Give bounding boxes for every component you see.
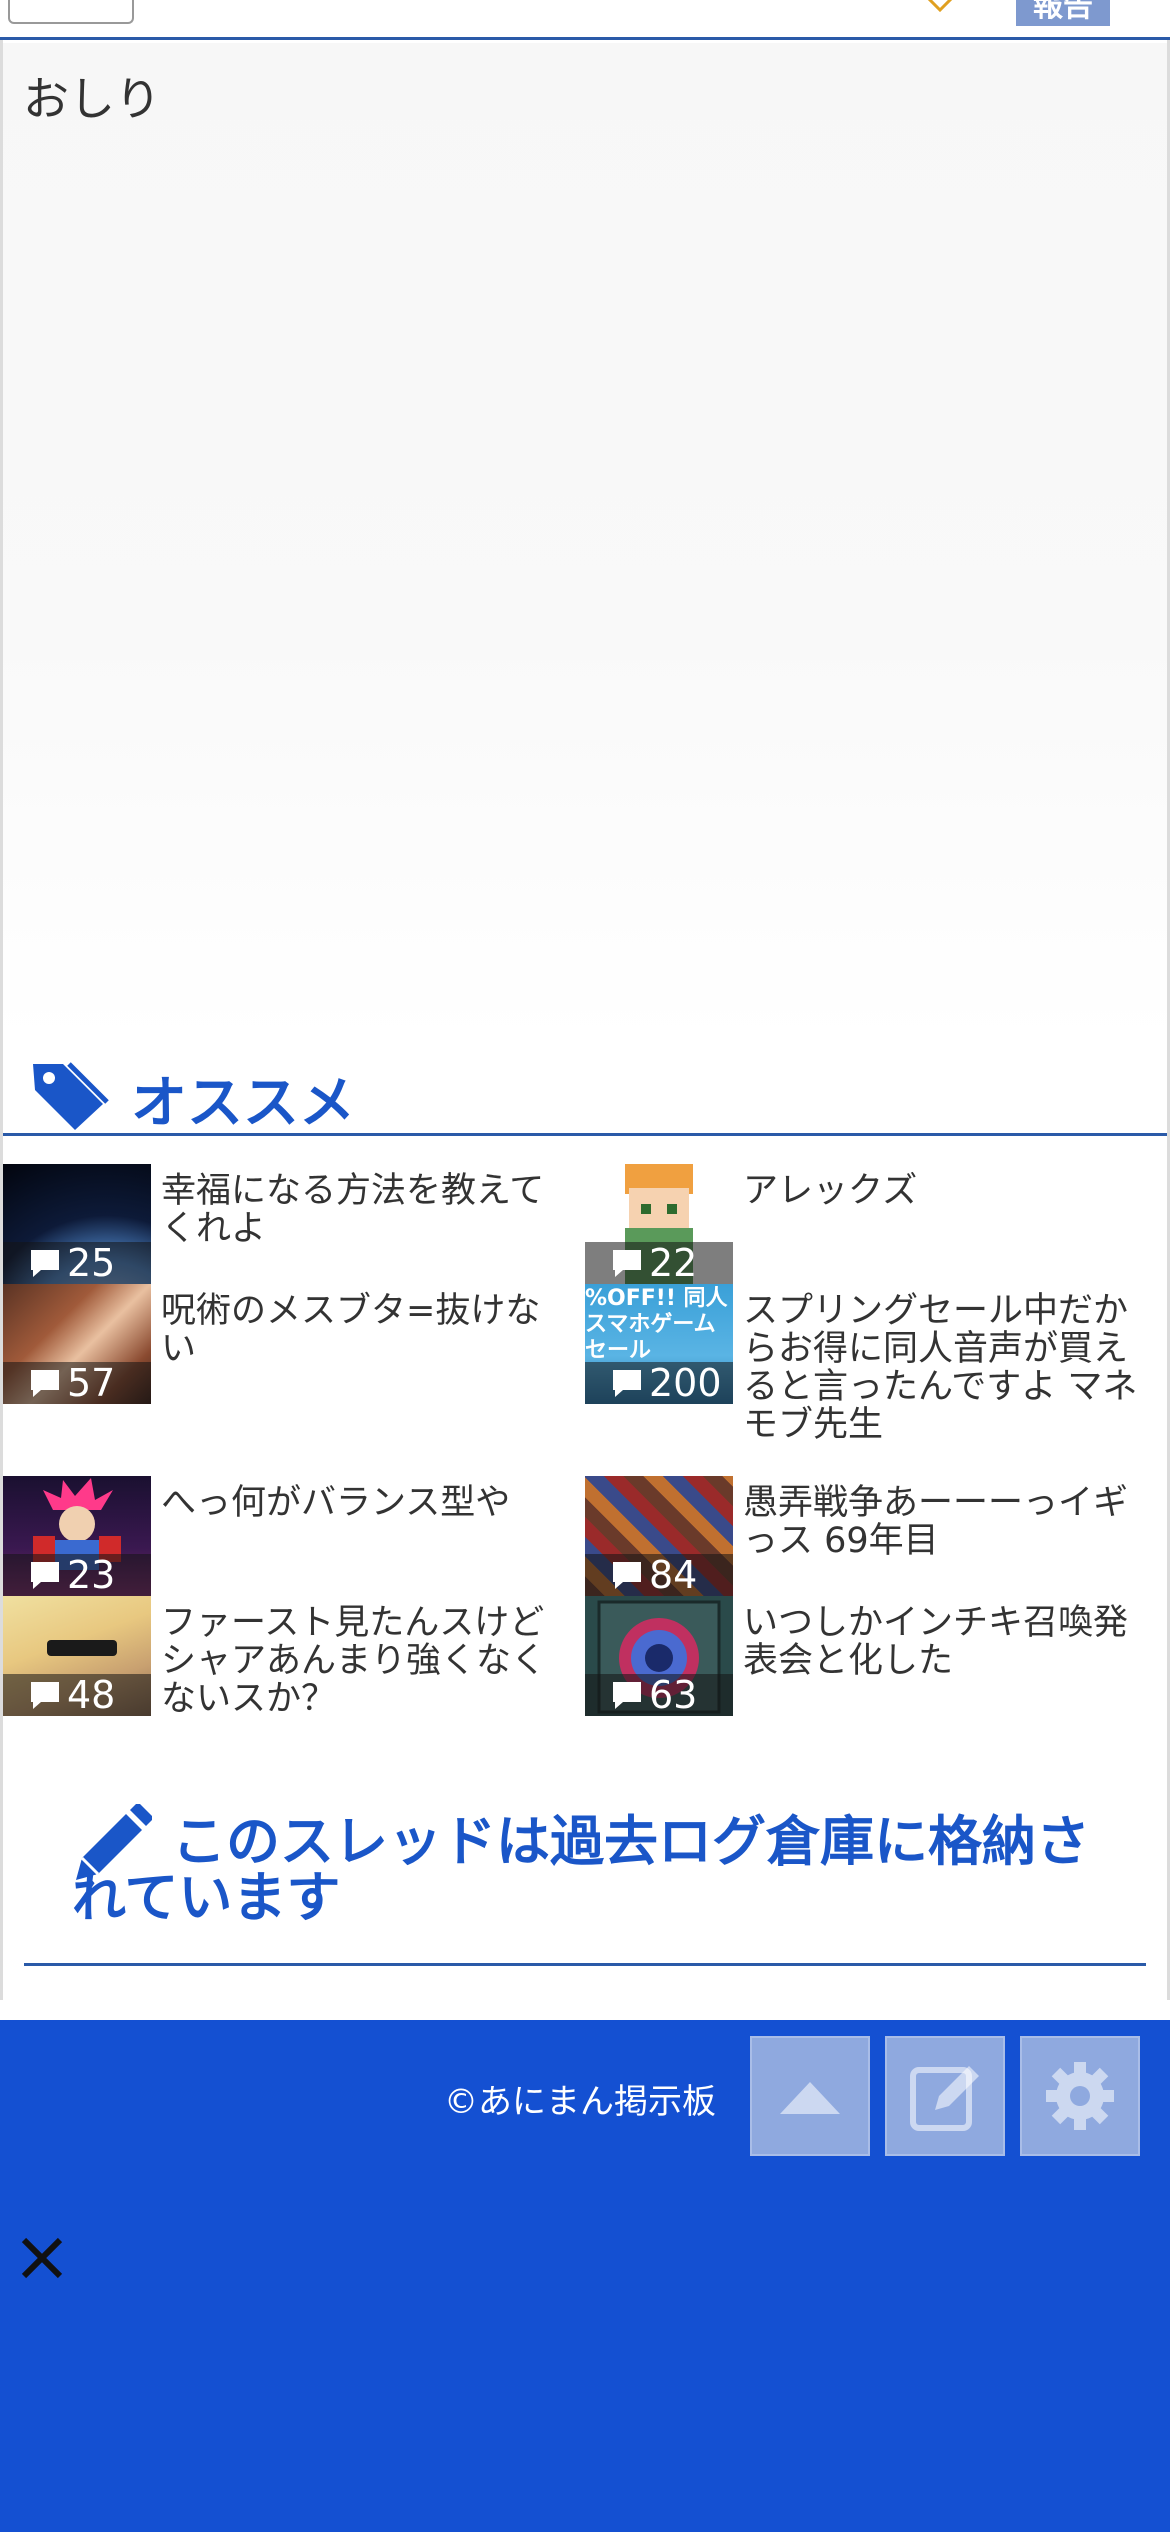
comment-count: 22 xyxy=(585,1242,733,1284)
recommend-item-title[interactable]: スプリングセール中だからお得に同人音声が買えると言ったんですよ マネモブ先生 xyxy=(743,1292,1153,1444)
comment-icon xyxy=(613,1250,641,1277)
report-button[interactable]: 報告 xyxy=(1016,0,1110,26)
footer: ©あにまん掲示板 xyxy=(0,2020,1170,2532)
archive-notice: このスレッドは過去ログ倉庫に格納されています xyxy=(24,1786,1146,1966)
thumbnail-card: 63 xyxy=(585,1596,733,1716)
comment-icon xyxy=(613,1562,641,1589)
recommend-item[interactable]: 23 へっ何がバランス型や xyxy=(3,1476,583,1596)
comment-count: 84 xyxy=(585,1554,733,1596)
recommend-item[interactable]: 84 愚弄戦争あーーーっイギっス 69年目 xyxy=(585,1476,1165,1596)
comment-count: 200 xyxy=(585,1362,733,1404)
sale-banner-text: %OFF!! 同人 xyxy=(585,1286,728,1311)
settings-button[interactable] xyxy=(1020,2036,1140,2156)
recommend-item[interactable]: 22 アレックズ xyxy=(585,1164,1165,1284)
favorite-icon[interactable] xyxy=(920,0,960,12)
recommend-item-title[interactable]: 愚弄戦争あーーーっイギっス 69年目 xyxy=(743,1484,1153,1560)
recommend-item-title[interactable]: 呪術のメスブタ=抜けない xyxy=(161,1292,571,1368)
comment-icon xyxy=(613,1370,641,1397)
comment-icon xyxy=(31,1370,59,1397)
recommend-title: オススメ xyxy=(131,1071,355,1136)
thumbnail-earth: 25 xyxy=(3,1164,151,1284)
comment-count: 25 xyxy=(3,1242,151,1284)
thumbnail-anime-girl: 57 xyxy=(3,1284,151,1404)
edit-button[interactable] xyxy=(885,2036,1005,2156)
gear-icon xyxy=(1046,2062,1114,2130)
recommend-item-title[interactable]: いつしかインチキ召喚発表会と化した xyxy=(743,1604,1153,1680)
archive-message: このスレッドは過去ログ倉庫に格納されています xyxy=(72,1810,1090,1929)
post-text: おしり xyxy=(23,72,161,126)
post-body: おしり xyxy=(3,43,1167,1043)
thumbnail-sale-banner: %OFF!! 同人 スマホゲーム セール 200 xyxy=(585,1284,733,1404)
close-icon[interactable] xyxy=(18,2234,66,2282)
thumbnail-pixel-character: 22 xyxy=(585,1164,733,1284)
recommend-item-title[interactable]: アレックズ xyxy=(743,1172,1153,1210)
recommend-item[interactable]: 57 呪術のメスブタ=抜けない xyxy=(3,1284,583,1404)
recommend-item[interactable]: 48 ファースト見たんスけどシャアあんまり強くなくないスか？ xyxy=(3,1596,583,1718)
comment-icon xyxy=(31,1250,59,1277)
top-bar: 報告 xyxy=(0,0,1170,40)
recommend-item-title[interactable]: へっ何がバランス型や xyxy=(161,1484,571,1522)
scroll-top-button[interactable] xyxy=(750,2036,870,2156)
recommend-item-title[interactable]: ファースト見たんスけどシャアあんまり強くなくないスか？ xyxy=(161,1604,571,1718)
comment-count: 57 xyxy=(3,1362,151,1404)
thumbnail-collage: 84 xyxy=(585,1476,733,1596)
thumbnail-robot-character: 23 xyxy=(3,1476,151,1596)
recommend-header: オススメ xyxy=(3,1040,1167,1136)
comment-count: 63 xyxy=(585,1674,733,1716)
recommend-item-title[interactable]: 幸福になる方法を教えてくれよ xyxy=(161,1172,571,1248)
recommend-item[interactable]: %OFF!! 同人 スマホゲーム セール 200 スプリングセール中だからお得に… xyxy=(585,1284,1165,1444)
comment-count: 23 xyxy=(3,1554,151,1596)
thumbnail-blond-character: 48 xyxy=(3,1596,151,1716)
comment-icon xyxy=(31,1562,59,1589)
comment-count: 48 xyxy=(3,1674,151,1716)
sale-banner-text: スマホゲーム xyxy=(585,1312,716,1337)
copyright-text: ©あにまん掲示板 xyxy=(444,2082,716,2122)
comment-icon xyxy=(613,1682,641,1709)
top-input-box[interactable] xyxy=(8,0,134,24)
recommend-item[interactable]: 25 幸福になる方法を教えてくれよ xyxy=(3,1164,583,1284)
edit-icon xyxy=(910,2066,979,2131)
scroll-top-icon xyxy=(780,2082,840,2114)
recommend-item[interactable]: 63 いつしかインチキ召喚発表会と化した xyxy=(585,1596,1165,1716)
comment-icon xyxy=(31,1682,59,1709)
tag-icon xyxy=(33,1062,109,1130)
